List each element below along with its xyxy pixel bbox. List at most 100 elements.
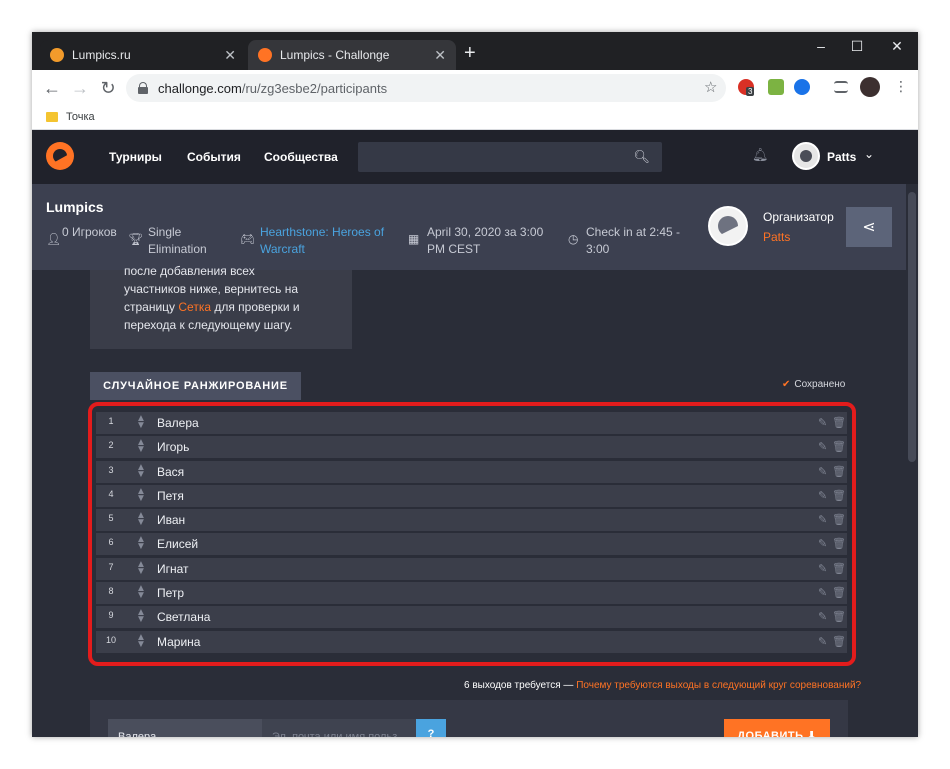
reload-button[interactable]: ↻: [96, 76, 120, 100]
participant-row[interactable]: 1 ▲ ▼ Валера ✎ 🗑︎: [96, 412, 847, 434]
participant-row[interactable]: 7 ▲ ▼ Игнат ✎ 🗑︎: [96, 557, 847, 580]
browser-window: Lumpics.ru ✕ Lumpics - Challonge ✕ + – ☐…: [32, 32, 918, 737]
edit-pencil-icon[interactable]: ✎: [818, 635, 827, 648]
organizer-name-link[interactable]: Patts: [763, 230, 790, 244]
bookmarks-bar: Точка: [32, 106, 918, 130]
tab-close-icon[interactable]: ✕: [434, 47, 446, 64]
drag-handle-icon[interactable]: ▲ ▼: [136, 414, 146, 431]
delete-trash-icon[interactable]: 🗑︎: [832, 513, 846, 526]
participant-email-input[interactable]: Эл. почта или имя польз.: [262, 719, 416, 737]
back-button[interactable]: ←: [40, 76, 64, 100]
user-avatar[interactable]: [792, 142, 820, 170]
edit-pencil-icon[interactable]: ✎: [818, 489, 827, 502]
nav-tournaments[interactable]: Турниры: [109, 150, 162, 164]
tab-challonge[interactable]: Lumpics - Challonge ✕: [248, 40, 456, 70]
participant-row[interactable]: 5 ▲ ▼ Иван ✎ 🗑︎: [96, 509, 847, 532]
drag-handle-icon[interactable]: ▲ ▼: [136, 486, 146, 503]
new-tab-button[interactable]: +: [464, 43, 476, 63]
drag-handle-icon[interactable]: ▲ ▼: [136, 584, 146, 601]
drag-handle-icon[interactable]: ▲ ▼: [136, 632, 146, 649]
participant-row[interactable]: 4 ▲ ▼ Петя ✎ 🗑︎: [96, 484, 847, 507]
drag-handle-icon[interactable]: ▲ ▼: [136, 511, 146, 528]
add-participant-button[interactable]: ДОБАВИТЬ ⬇: [724, 719, 830, 737]
title-bar: Lumpics.ru ✕ Lumpics - Challonge ✕ + – ☐…: [32, 32, 918, 70]
participant-name: Иван: [157, 513, 186, 528]
user-name[interactable]: Patts: [827, 150, 856, 164]
delete-trash-icon[interactable]: 🗑︎: [832, 440, 846, 453]
bell-icon[interactable]: 🔔︎: [752, 147, 769, 163]
profile-avatar[interactable]: [860, 77, 880, 97]
delete-trash-icon[interactable]: 🗑︎: [832, 489, 846, 502]
delete-trash-icon[interactable]: 🗑︎: [832, 586, 846, 599]
participant-name: Валера: [157, 416, 199, 430]
delete-trash-icon[interactable]: 🗑︎: [832, 635, 846, 648]
byes-footnote: 6 выходов требуется — Почему требуются в…: [464, 680, 862, 691]
tab-lumpics[interactable]: Lumpics.ru ✕: [40, 40, 246, 70]
checkin-time: Check in at 2:45 - 3:00: [586, 225, 681, 256]
seed-number: 2: [108, 440, 114, 451]
tab-title: Lumpics - Challonge: [280, 48, 390, 62]
search-icon[interactable]: 🔍︎: [633, 149, 650, 165]
minimize-button[interactable]: –: [807, 38, 835, 54]
participant-name-input[interactable]: Валера: [108, 719, 262, 737]
challonge-logo-icon[interactable]: [46, 142, 74, 170]
bracket-link[interactable]: Сетка: [178, 300, 211, 314]
delete-trash-icon[interactable]: 🗑︎: [832, 416, 846, 429]
close-window-button[interactable]: ✕: [883, 38, 911, 55]
tournament-game-link[interactable]: Hearthstone: Heroes of Warcraft: [260, 224, 390, 258]
participant-name: Елисей: [157, 537, 199, 552]
delete-trash-icon[interactable]: 🗑︎: [832, 610, 846, 623]
participant-row[interactable]: 2 ▲ ▼ Игорь ✎ 🗑︎: [96, 436, 847, 459]
organizer-avatar[interactable]: [708, 206, 748, 246]
drag-handle-icon[interactable]: ▲ ▼: [136, 559, 146, 576]
edit-pencil-icon[interactable]: ✎: [818, 610, 827, 623]
media-control-icon[interactable]: [834, 81, 848, 93]
address-bar[interactable]: challonge.com/ru/zg3esbe2/participants: [126, 74, 726, 102]
edit-pencil-icon[interactable]: ✎: [818, 465, 827, 478]
participant-row[interactable]: 9 ▲ ▼ Светлана ✎ 🗑︎: [96, 606, 847, 629]
delete-trash-icon[interactable]: 🗑︎: [832, 562, 846, 575]
gamepad-icon: 🎮︎: [240, 232, 256, 246]
site-search-input[interactable]: 🔍︎: [358, 142, 662, 172]
participant-name: Петя: [157, 488, 184, 503]
drag-handle-icon[interactable]: ▲ ▼: [136, 608, 146, 625]
tournament-title[interactable]: Lumpics: [46, 199, 104, 215]
edit-pencil-icon[interactable]: ✎: [818, 440, 827, 453]
bookmark-label[interactable]: Точка: [66, 111, 95, 123]
delete-trash-icon[interactable]: 🗑︎: [832, 465, 846, 478]
scrollbar-thumb[interactable]: [908, 192, 916, 462]
participant-row[interactable]: 10 ▲ ▼ Марина ✎ 🗑︎: [96, 630, 847, 653]
drag-handle-icon[interactable]: ▲ ▼: [136, 438, 146, 455]
edit-pencil-icon[interactable]: ✎: [818, 416, 827, 429]
participant-row[interactable]: 6 ▲ ▼ Елисей ✎ 🗑︎: [96, 533, 847, 556]
challonge-favicon-icon: [258, 48, 272, 62]
extension-music-icon[interactable]: [768, 79, 784, 95]
tab-close-icon[interactable]: ✕: [224, 47, 236, 64]
participant-name: Вася: [157, 464, 185, 479]
seed-number: 1: [108, 416, 114, 426]
nav-events[interactable]: События: [187, 150, 241, 164]
byes-help-link[interactable]: Почему требуются выходы в следующий круг…: [576, 680, 861, 691]
participant-row[interactable]: 8 ▲ ▼ Петр ✎ 🗑︎: [96, 582, 847, 605]
browser-toolbar: ← → ↻ challonge.com/ru/zg3esbe2/particip…: [32, 70, 918, 106]
forward-button[interactable]: →: [68, 76, 92, 100]
participant-name: Петр: [157, 586, 185, 601]
drag-handle-icon[interactable]: ▲ ▼: [136, 462, 146, 479]
nav-communities[interactable]: Сообщества: [264, 150, 338, 164]
random-seeding-button[interactable]: СЛУЧАЙНОЕ РАНЖИРОВАНИЕ: [90, 372, 301, 400]
edit-pencil-icon[interactable]: ✎: [818, 586, 827, 599]
share-button[interactable]: ⋖: [846, 207, 892, 247]
delete-trash-icon[interactable]: 🗑︎: [832, 537, 846, 550]
help-button[interactable]: ?: [416, 719, 446, 737]
menu-dots-icon[interactable]: ⋮: [894, 78, 908, 95]
maximize-button[interactable]: ☐: [843, 38, 871, 55]
bookmark-star-icon[interactable]: ☆: [704, 78, 717, 96]
edit-pencil-icon[interactable]: ✎: [818, 513, 827, 526]
edit-pencil-icon[interactable]: ✎: [818, 562, 827, 575]
participant-name: Игнат: [157, 561, 189, 576]
drag-handle-icon[interactable]: ▲ ▼: [136, 535, 146, 552]
participant-row[interactable]: 3 ▲ ▼ Вася ✎ 🗑︎: [96, 460, 847, 483]
chevron-down-icon[interactable]: ⌄: [864, 147, 874, 161]
edit-pencil-icon[interactable]: ✎: [818, 537, 827, 550]
extension-globe-icon[interactable]: [794, 79, 810, 95]
